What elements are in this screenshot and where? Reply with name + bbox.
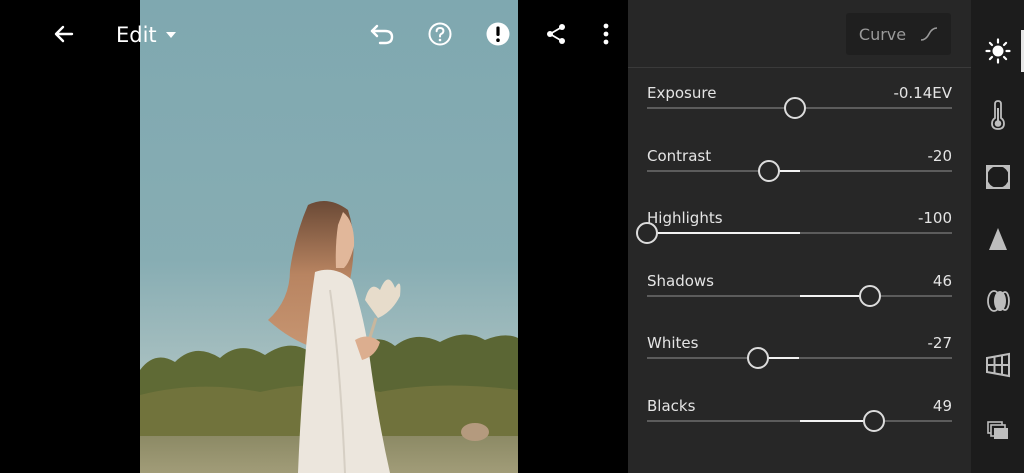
whites-slider-track[interactable] [647,347,952,369]
more-vertical-icon [603,23,609,45]
slider-value: -27 [927,334,953,352]
slider-label: Highlights [647,209,723,227]
contrast-slider-thumb[interactable] [758,160,780,182]
rail-item-geometry[interactable] [971,340,1024,390]
exposure-slider-row: Exposure -0.14EV [647,84,952,139]
rail-item-detail[interactable] [971,214,1024,264]
exposure-slider-track[interactable] [647,97,952,119]
rail-item-versions[interactable] [971,406,1024,456]
blacks-slider-track[interactable] [647,410,952,432]
slider-value: -20 [927,147,953,165]
perspective-grid-icon [985,352,1010,378]
contrast-slider-row: Contrast -20 [647,147,952,202]
lens-icon [986,290,1010,312]
rail-item-optics[interactable] [971,276,1024,326]
shadows-slider-row: Shadows 46 [647,272,952,327]
photo-viewer: Edit [0,0,628,473]
photo-image [140,0,518,473]
thermometer-icon [990,100,1005,130]
slider-value: 49 [932,397,952,415]
contrast-slider-track[interactable] [647,160,952,182]
blacks-slider-thumb[interactable] [863,410,886,432]
alert-circle-icon [486,22,510,46]
curve-icon [921,27,938,41]
curve-button-label: Curve [858,24,907,44]
edited-photo[interactable] [140,0,518,473]
rail-item-effects[interactable] [971,152,1024,202]
whites-slider-thumb[interactable] [747,347,770,369]
slider-label: Exposure [647,84,717,102]
slider-label: Contrast [647,147,712,165]
rail-item-light[interactable] [971,26,1024,76]
edit-mode-label: Edit [116,23,157,47]
back-button[interactable] [44,14,84,54]
slider-label: Whites [647,334,699,352]
light-adjustments-panel: Curve Exposure -0.14EV Contrast -20 High… [628,0,971,473]
triangle-detail-icon [988,228,1007,250]
panel-header: Curve [628,0,971,68]
rail-item-color[interactable] [971,90,1024,140]
highlights-slider-track[interactable] [636,222,952,244]
sun-icon [984,38,1011,64]
share-button[interactable] [536,14,576,54]
edit-tools-rail [971,0,1024,473]
warning-button[interactable] [478,14,518,54]
slider-label: Shadows [647,272,715,290]
curve-button[interactable]: Curve [846,13,951,55]
undo-button[interactable] [362,14,402,54]
caret-down-icon [165,32,176,38]
vignette-frame-icon [985,165,1010,189]
help-circle-icon [428,22,452,46]
share-icon [547,24,565,44]
slider-fill [647,232,800,234]
shadows-slider-thumb[interactable] [858,285,881,307]
slider-value: 46 [932,272,952,290]
versions-stack-icon [986,421,1008,439]
help-button[interactable] [420,14,460,54]
slider-value: -0.14EV [893,84,952,102]
more-options-button[interactable] [586,14,626,54]
arrow-left-icon [54,25,74,43]
highlights-slider-thumb[interactable] [636,222,658,244]
undo-icon [370,24,394,45]
slider-value: -100 [917,209,952,227]
highlights-slider-row: Highlights -100 [636,209,952,264]
exposure-slider-thumb[interactable] [784,97,807,119]
edit-mode-dropdown[interactable]: Edit [116,18,177,52]
whites-slider-row: Whites -27 [647,334,952,389]
blacks-slider-row: Blacks 49 [647,397,952,452]
slider-label: Blacks [647,397,696,415]
shadows-slider-track[interactable] [647,285,952,307]
